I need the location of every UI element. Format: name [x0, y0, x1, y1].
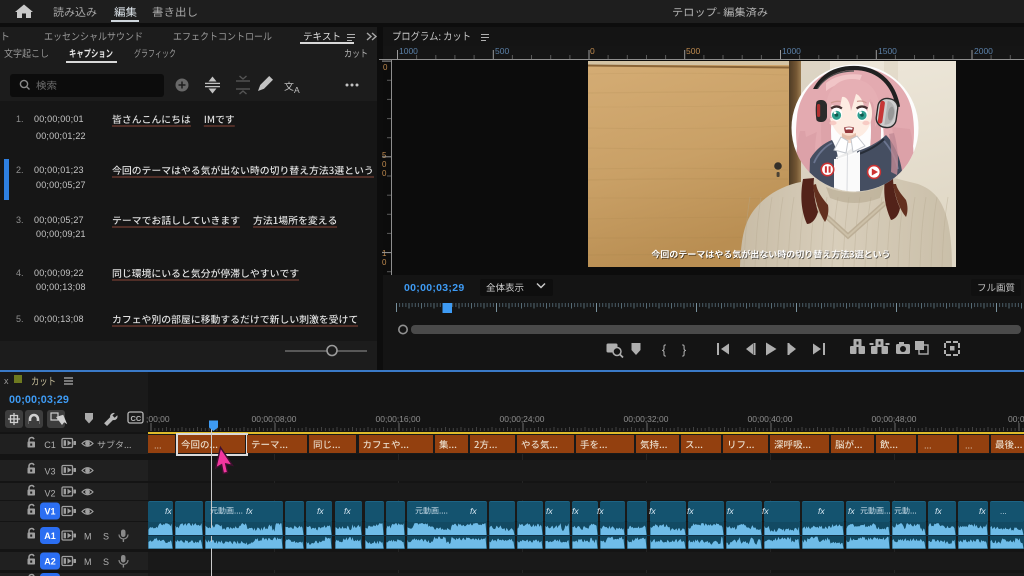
svg-text:...: ... — [924, 441, 932, 451]
svg-text:C1: C1 — [44, 440, 56, 450]
svg-text:...: ... — [965, 441, 973, 451]
svg-text:{: { — [662, 342, 667, 357]
svg-text:S: S — [103, 557, 109, 567]
svg-text:S: S — [103, 532, 109, 542]
svg-text:...: ... — [1000, 507, 1007, 516]
svg-text:}: } — [682, 342, 687, 357]
svg-text:CC: CC — [131, 414, 142, 423]
svg-text:V1: V1 — [44, 507, 55, 517]
svg-text:M: M — [84, 532, 92, 542]
svg-text:V2: V2 — [44, 489, 55, 499]
svg-text:M: M — [84, 557, 92, 567]
svg-text:...: ... — [154, 441, 162, 451]
svg-text:V3: V3 — [44, 467, 55, 477]
svg-text:A1: A1 — [44, 531, 56, 541]
svg-text:A2: A2 — [44, 557, 56, 567]
svg-text:A: A — [294, 85, 300, 95]
